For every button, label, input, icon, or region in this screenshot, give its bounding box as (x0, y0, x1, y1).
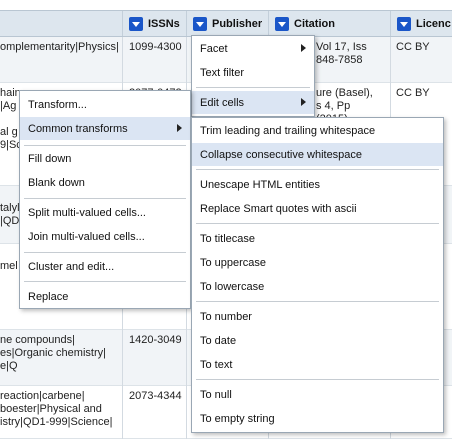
menu-item-label: Replace (28, 290, 69, 303)
menu-item-unescape-html[interactable]: Unescape HTML entities (192, 173, 443, 196)
menu-item-label: To number (200, 310, 252, 323)
cell-issns[interactable]: 1420-3049 (129, 334, 182, 347)
column-header-label: Publisher (212, 17, 263, 30)
menu-item-label: Split multi-valued cells... (28, 206, 146, 219)
menu-item-label: Collapse consecutive whitespace (200, 148, 363, 161)
menu-separator (196, 301, 439, 302)
menu-separator (24, 198, 186, 199)
menu-item-common-transforms[interactable]: Common transforms (20, 117, 190, 140)
menu-item-to-titlecase[interactable]: To titlecase (192, 227, 443, 250)
menu-item-to-lowercase[interactable]: To lowercase (192, 275, 443, 298)
column-header-label: Citation (294, 17, 335, 30)
menu-item-join-multi-valued[interactable]: Join multi-valued cells... (20, 225, 190, 248)
menu-item-split-multi-valued[interactable]: Split multi-valued cells... (20, 201, 190, 224)
menu-item-to-empty-string[interactable]: To empty string (192, 407, 443, 430)
column-header-row: ISSNs Publisher Citation Licenc (0, 10, 452, 37)
menu-item-label: To lowercase (200, 280, 265, 293)
menu-item-label: Text filter (200, 66, 245, 79)
column-header-issns[interactable]: ISSNs (122, 11, 186, 36)
menu-item-edit-cells[interactable]: Edit cells (192, 91, 314, 114)
chevron-down-icon[interactable] (397, 16, 411, 31)
cell-subjects[interactable]: ne compounds| es|Organic chemistry| e|Q (0, 334, 106, 373)
menu-item-to-number[interactable]: To number (192, 305, 443, 328)
menu-item-label: Join multi-valued cells... (28, 230, 145, 243)
cell-licence[interactable]: CC BY (396, 87, 430, 100)
menu-item-label: Common transforms (28, 122, 128, 135)
chevron-right-icon (301, 44, 306, 52)
chevron-down-icon[interactable] (193, 16, 207, 31)
cell-issns[interactable]: 1099-4300 (129, 41, 182, 54)
menu-item-label: Unescape HTML entities (200, 178, 321, 191)
menu-item-label: To uppercase (200, 256, 267, 269)
column-header-label: Licenc (416, 17, 451, 30)
menu-separator (24, 281, 186, 282)
menu-item-label: Edit cells (200, 96, 245, 109)
menu-item-text-filter[interactable]: Text filter (192, 61, 314, 84)
column-header-citation[interactable]: Citation (268, 11, 390, 36)
edit-cells-menu: Transform... Common transforms Fill down… (19, 90, 191, 309)
cell-issns[interactable]: 2073-4344 (129, 390, 182, 403)
chevron-down-icon[interactable] (129, 16, 143, 31)
cell-subjects[interactable]: talyl |QD (0, 202, 20, 228)
common-transforms-menu: Trim leading and trailing whitespace Col… (191, 117, 444, 433)
menu-item-label: Fill down (28, 152, 72, 165)
menu-separator (24, 252, 186, 253)
menu-item-label: Cluster and edit... (28, 260, 115, 273)
menu-item-to-date[interactable]: To date (192, 329, 443, 352)
menu-item-cluster-edit[interactable]: Cluster and edit... (20, 255, 190, 278)
menu-item-replace[interactable]: Replace (20, 285, 190, 308)
cell-subjects[interactable]: omplementarity|Physics| (0, 41, 119, 54)
column-header-publisher[interactable]: Publisher (186, 11, 268, 36)
menu-item-trim-whitespace[interactable]: Trim leading and trailing whitespace (192, 119, 443, 142)
column-header-licence[interactable]: Licenc (390, 11, 452, 36)
chevron-right-icon (301, 98, 306, 106)
menu-item-smart-quotes[interactable]: Replace Smart quotes with ascii (192, 197, 443, 220)
menu-item-transform[interactable]: Transform... (20, 93, 190, 116)
menu-item-facet[interactable]: Facet (192, 37, 314, 60)
cell-subjects[interactable]: mel (0, 260, 18, 273)
menu-item-to-null[interactable]: To null (192, 383, 443, 406)
menu-item-label: To text (200, 358, 233, 371)
cell-subjects[interactable]: reaction|carbene| boester|Physical and i… (0, 390, 113, 429)
menu-separator (24, 145, 186, 146)
menu-item-to-text[interactable]: To text (192, 353, 443, 376)
menu-item-label: Blank down (28, 176, 85, 189)
menu-item-label: To null (200, 388, 232, 401)
chevron-right-icon (177, 124, 182, 132)
menu-separator (196, 169, 439, 170)
menu-item-label: Facet (200, 42, 228, 55)
menu-item-blank-down[interactable]: Blank down (20, 171, 190, 194)
menu-item-label: To empty string (200, 412, 275, 425)
column-menu: Facet Text filter Edit cells (191, 35, 315, 117)
column-header-label: ISSNs (148, 17, 180, 30)
cell-citation[interactable]: Vol 17, Iss 848-7858 (316, 41, 367, 67)
menu-item-collapse-whitespace[interactable]: Collapse consecutive whitespace (192, 143, 443, 166)
menu-item-fill-down[interactable]: Fill down (20, 147, 190, 170)
menu-item-label: To titlecase (200, 232, 256, 245)
menu-item-label: Trim leading and trailing whitespace (200, 124, 376, 137)
menu-item-label: Replace Smart quotes with ascii (200, 202, 357, 215)
cell-licence[interactable]: CC BY (396, 41, 430, 54)
chevron-down-icon[interactable] (275, 16, 289, 31)
menu-separator (196, 379, 439, 380)
menu-item-label: Transform... (28, 98, 87, 111)
menu-item-label: To date (200, 334, 237, 347)
menu-separator (196, 223, 439, 224)
menu-separator (196, 87, 310, 88)
menu-item-to-uppercase[interactable]: To uppercase (192, 251, 443, 274)
